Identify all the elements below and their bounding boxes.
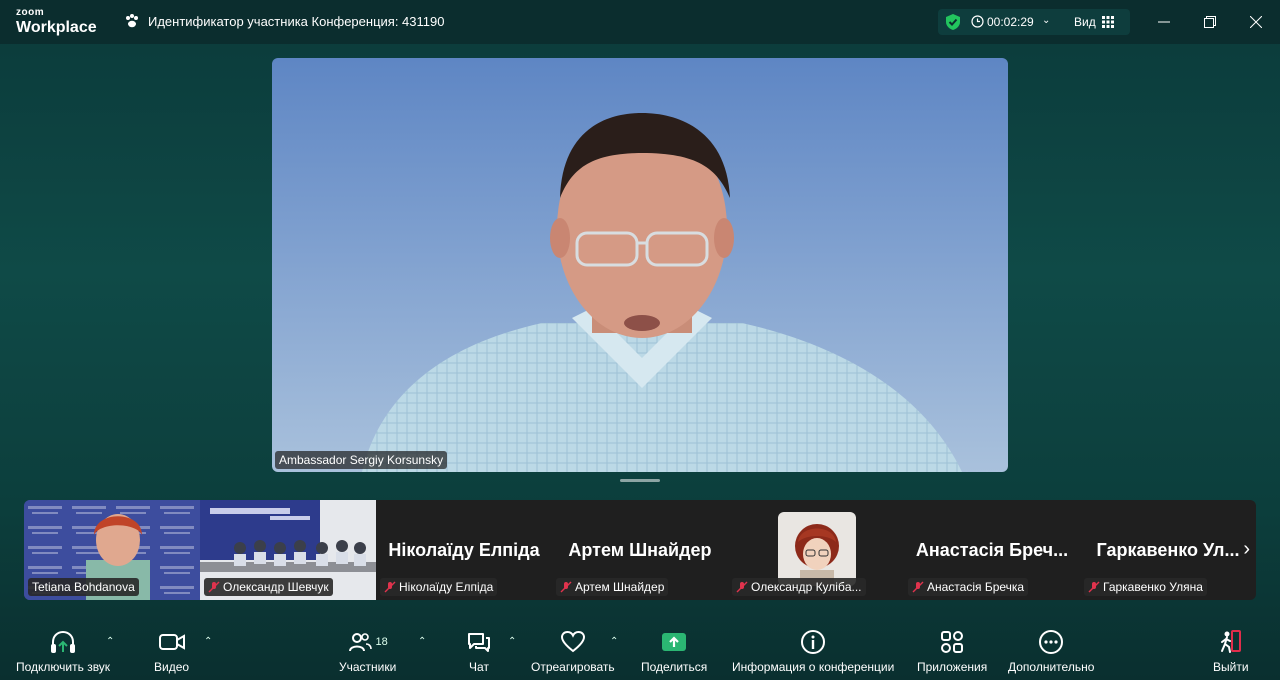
participant-tile[interactable]: Гаркавенко Ул... Гаркавенко Уляна [1080,500,1256,600]
mic-muted-icon [736,581,748,593]
participant-name: Tetiana Bohdanova [32,580,135,594]
grid-icon [1101,16,1114,28]
mic-muted-icon [1088,581,1100,593]
more-button[interactable]: Дополнительно [1008,628,1094,674]
participant-tile[interactable]: Анастасія Бреч... Анастасія Бречка [904,500,1080,600]
leave-label: Выйти [1213,660,1249,674]
restore-icon[interactable] [1200,12,1220,32]
chat-icon [468,633,490,652]
participant-strip: Tetiana Bohdanova Олександр Шевчук Нікол… [24,500,1256,600]
meeting-info-label: Информация о конференции [732,660,895,674]
video-button[interactable]: Видео [154,628,189,674]
participants-button[interactable]: 18 Участники [339,628,396,674]
chat-button[interactable]: Чат [466,628,492,674]
participant-tile[interactable]: Олександр Шевчук [200,500,376,600]
mic-muted-icon [208,581,220,593]
participant-name: Олександр Шевчук [223,580,329,594]
camera-icon [158,634,185,650]
participant-display-name: Ніколаїду Елпіда [388,540,540,560]
share-label: Поделиться [641,660,708,674]
participant-name-tag: Tetiana Bohdanova [28,578,139,596]
speaker-name-tag: Ambassador Sergiy Korsunsky [275,451,448,469]
meeting-timer: 00:02:29 [987,15,1034,29]
participant-name-tag: Олександр Кулібa... [732,578,866,596]
participant-name: Артем Шнайдер [575,580,665,594]
close-icon[interactable] [1246,12,1266,32]
participant-name: Олександр Кулібa... [751,580,862,594]
video-options-caret-icon[interactable]: ⌃ [204,636,212,647]
leave-icon [1220,630,1241,653]
video-label: Видео [154,660,190,674]
share-screen-button[interactable]: Поделиться [641,628,707,674]
chevron-down-icon[interactable]: ⌄ [1042,15,1050,26]
participants-icon [348,633,372,652]
speaker-video-frame [362,113,962,472]
participant-name-tag: Гаркавенко Уляна [1084,578,1207,596]
join-audio-label: Подключить звук [16,660,111,674]
participant-tile[interactable]: Tetiana Bohdanova [24,500,200,600]
meeting-id-text: Идентификатор участника Конференция: 431… [148,13,445,29]
brand-large: Workplace [16,19,97,36]
meeting-toolbar: Подключить звук ⌃ Видео ⌃ 18 Участники ⌃ [0,620,1280,680]
participant-display-name: Анастасія Бреч... [915,540,1069,560]
participant-display-name: Артем Шнайдер [568,540,712,560]
meeting-status-pill[interactable]: 00:02:29 ⌄ Вид [938,9,1130,35]
participant-name-tag: Артем Шнайдер [556,578,669,596]
participant-name-tag: Ніколаїду Елпіда [380,578,498,596]
view-label: Вид [1074,15,1096,29]
react-options-caret-icon[interactable]: ⌃ [610,636,618,647]
chevron-right-icon[interactable]: › [1243,538,1250,561]
heart-icon [560,630,585,653]
meeting-info-button[interactable]: Информация о конференции [732,628,894,674]
apps-label: Приложения [917,660,988,674]
participants-label: Участники [339,660,397,674]
app-logo: zoom Workplace [16,8,97,36]
participants-count: 18 [375,636,388,648]
info-icon [801,630,826,654]
participants-options-caret-icon[interactable]: ⌃ [418,636,426,647]
participant-tile[interactable]: Олександр Кулібa... [728,500,904,600]
mic-muted-icon [912,581,924,593]
brand-small: zoom [16,7,45,18]
more-label: Дополнительно [1008,660,1095,674]
apps-icon [941,631,964,653]
more-icon [1039,630,1064,654]
chat-options-caret-icon[interactable]: ⌃ [508,636,516,647]
participant-display-name: Гаркавенко Ул... [1096,540,1240,560]
clock-icon [971,15,984,28]
headphones-icon [51,630,76,653]
active-speaker-video[interactable]: Ambassador Sergiy Korsunsky [272,58,1008,472]
chat-label: Чат [469,660,489,674]
audio-options-caret-icon[interactable]: ⌃ [106,636,114,647]
meeting-info[interactable]: Идентификатор участника Конференция: 431… [124,13,444,29]
paw-icon [126,14,138,28]
apps-button[interactable]: Приложения [917,628,987,674]
participant-tile[interactable]: Артем Шнайдер Артем Шнайдер [552,500,728,600]
share-screen-icon [662,633,687,651]
shield-icon [946,14,960,30]
participant-name: Гаркавенко Уляна [1103,580,1203,594]
participant-name-tag: Анастасія Бречка [908,578,1029,596]
view-button[interactable]: Вид [1074,15,1114,29]
join-audio-button[interactable]: Подключить звук [16,628,110,674]
mic-muted-icon [384,581,396,593]
participant-name: Анастасія Бречка [927,580,1025,594]
avatar [778,512,856,586]
react-button[interactable]: Отреагировать [531,628,615,674]
participant-name-tag: Олександр Шевчук [204,578,333,596]
react-label: Отреагировать [531,660,615,674]
participant-tile[interactable]: Ніколаїду Елпіда Ніколаїду Елпіда [376,500,552,600]
resize-handle[interactable] [620,479,660,482]
title-bar: zoom Workplace Идентификатор участника К… [0,0,1280,44]
mic-muted-icon [560,581,572,593]
leave-button[interactable]: Выйти [1213,628,1249,674]
minimize-icon[interactable] [1154,12,1174,32]
participant-name: Ніколаїду Елпіда [399,580,494,594]
